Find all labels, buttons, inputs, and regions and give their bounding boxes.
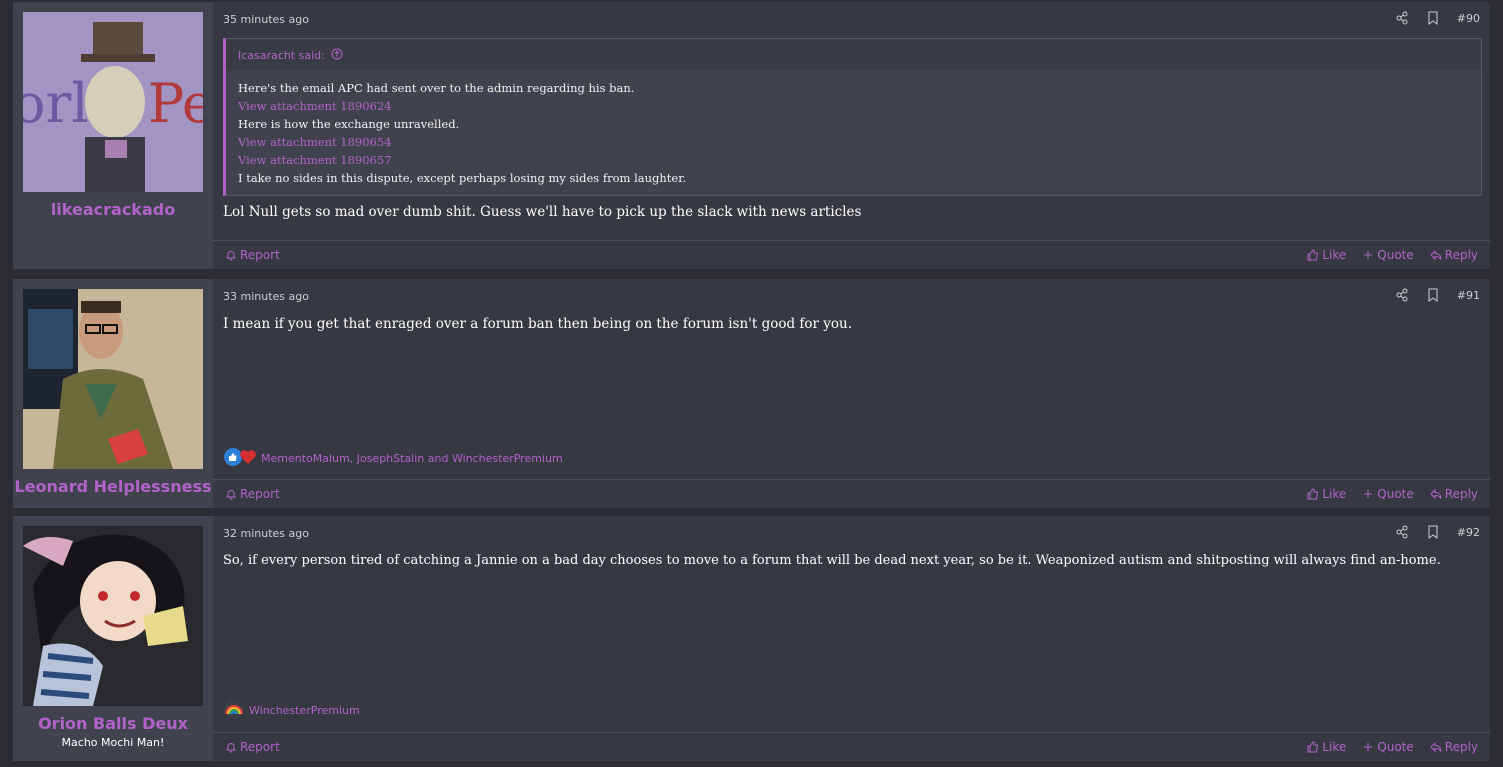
like-label: Like bbox=[1322, 740, 1347, 754]
bookmark-icon[interactable] bbox=[1426, 288, 1440, 302]
post-91: Leonard Helplessness 33 minutes ago #91 … bbox=[13, 279, 1490, 508]
post-timestamp[interactable]: 35 minutes ago bbox=[223, 13, 309, 26]
username[interactable]: Leonard Helplessness bbox=[13, 477, 213, 496]
quote-body: Here's the email APC had sent over to th… bbox=[226, 71, 1481, 187]
report-button[interactable]: Report bbox=[225, 248, 280, 262]
reply-button[interactable]: Reply bbox=[1430, 487, 1478, 501]
quote-header[interactable]: Icasaracht said: bbox=[226, 39, 1481, 71]
post-number[interactable]: #92 bbox=[1457, 526, 1480, 539]
bell-icon bbox=[225, 743, 237, 753]
post-timestamp[interactable]: 32 minutes ago bbox=[223, 527, 309, 540]
like-label: Like bbox=[1322, 487, 1347, 501]
quote-label: Quote bbox=[1377, 487, 1414, 501]
quote-button[interactable]: Quote bbox=[1362, 740, 1414, 754]
post-number[interactable]: #90 bbox=[1457, 12, 1480, 25]
reply-icon bbox=[1430, 249, 1442, 261]
user-cell: Leonard Helplessness bbox=[13, 279, 213, 508]
bell-icon bbox=[225, 490, 237, 500]
like-button[interactable]: Like bbox=[1307, 740, 1346, 754]
thumbs-up-icon bbox=[1307, 249, 1319, 261]
plus-icon bbox=[1364, 743, 1373, 751]
plus-icon bbox=[1364, 251, 1373, 259]
user-title: Macho Mochi Man! bbox=[61, 736, 165, 749]
share-icon[interactable] bbox=[1395, 11, 1409, 25]
post-actions-top: #91 bbox=[1395, 288, 1480, 302]
post-content: 33 minutes ago #91 I mean if you get tha… bbox=[213, 279, 1490, 508]
post-body: So, if every person tired of catching a … bbox=[223, 553, 1441, 568]
report-label: Report bbox=[240, 487, 280, 501]
plus-icon bbox=[1364, 490, 1373, 498]
like-label: Like bbox=[1322, 248, 1347, 262]
share-icon[interactable] bbox=[1395, 288, 1409, 302]
reply-button[interactable]: Reply bbox=[1430, 740, 1478, 754]
reply-icon bbox=[1430, 741, 1442, 753]
user-cell: orld Pe likeacrackado bbox=[13, 2, 213, 269]
avatar[interactable]: orld Pe bbox=[23, 12, 203, 192]
quote-button[interactable]: Quote bbox=[1362, 487, 1414, 501]
username[interactable]: likeacrackado bbox=[13, 200, 213, 219]
username[interactable]: Orion Balls Deux bbox=[13, 714, 213, 733]
bookmark-icon[interactable] bbox=[1426, 11, 1440, 25]
reply-icon bbox=[1430, 488, 1442, 500]
quote-block: Icasaracht said: Here's the email APC ha… bbox=[223, 38, 1482, 196]
rainbow-reaction-icon bbox=[223, 699, 245, 722]
like-button[interactable]: Like bbox=[1307, 487, 1346, 501]
post-footer: Report Like Quote Reply bbox=[213, 479, 1490, 508]
post-90: orld Pe likeacrackado 35 minutes ago #90… bbox=[13, 2, 1490, 269]
bookmark-icon[interactable] bbox=[1426, 525, 1440, 539]
quote-line: Here's the email APC had sent over to th… bbox=[238, 81, 635, 95]
reply-label: Reply bbox=[1444, 740, 1478, 754]
quote-label: Quote bbox=[1377, 740, 1414, 754]
attachment-link[interactable]: View attachment 1890657 bbox=[238, 151, 1469, 169]
thumbs-up-icon bbox=[1307, 741, 1319, 753]
post-body: I mean if you get that enraged over a fo… bbox=[223, 316, 853, 332]
reactions-bar[interactable]: MementoMalum, JosephStalin and Wincheste… bbox=[223, 447, 563, 470]
avatar[interactable] bbox=[23, 526, 203, 706]
reply-button[interactable]: Reply bbox=[1430, 248, 1478, 262]
post-actions-top: #92 bbox=[1395, 525, 1480, 539]
avatar[interactable] bbox=[23, 289, 203, 469]
quote-button[interactable]: Quote bbox=[1362, 248, 1414, 262]
report-label: Report bbox=[240, 740, 280, 754]
heart-reaction-icon bbox=[239, 448, 257, 469]
attachment-link[interactable]: View attachment 1890624 bbox=[238, 97, 1469, 115]
quote-author[interactable]: Icasaracht said: bbox=[238, 49, 325, 62]
thumbs-up-icon bbox=[1307, 488, 1319, 500]
post-92: Orion Balls Deux Macho Mochi Man! 32 min… bbox=[13, 516, 1490, 761]
share-icon[interactable] bbox=[1395, 525, 1409, 539]
like-button[interactable]: Like bbox=[1307, 248, 1346, 262]
reply-label: Reply bbox=[1444, 487, 1478, 501]
post-content: 35 minutes ago #90 Icasaracht said: Here… bbox=[213, 2, 1490, 269]
post-timestamp[interactable]: 33 minutes ago bbox=[223, 290, 309, 303]
user-cell: Orion Balls Deux Macho Mochi Man! bbox=[13, 516, 213, 761]
report-button[interactable]: Report bbox=[225, 740, 280, 754]
reactions-users[interactable]: WinchesterPremium bbox=[249, 704, 360, 717]
attachment-link[interactable]: View attachment 1890654 bbox=[238, 133, 1469, 151]
post-body: Lol Null gets so mad over dumb shit. Gue… bbox=[223, 204, 862, 220]
report-label: Report bbox=[240, 248, 280, 262]
reactions-bar[interactable]: WinchesterPremium bbox=[223, 699, 360, 722]
bell-icon bbox=[225, 251, 237, 261]
arrow-up-circle-icon[interactable] bbox=[331, 48, 343, 63]
report-button[interactable]: Report bbox=[225, 487, 280, 501]
post-number[interactable]: #91 bbox=[1457, 289, 1480, 302]
quote-line: Here is how the exchange unravelled. bbox=[238, 117, 460, 131]
post-footer: Report Like Quote Reply bbox=[213, 732, 1490, 761]
quote-line: I take no sides in this dispute, except … bbox=[238, 171, 687, 185]
quote-label: Quote bbox=[1377, 248, 1414, 262]
post-actions-top: #90 bbox=[1395, 11, 1480, 25]
svg-text:Pe: Pe bbox=[148, 72, 203, 135]
post-footer: Report Like Quote Reply bbox=[213, 240, 1490, 269]
reactions-users[interactable]: MementoMalum, JosephStalin and Wincheste… bbox=[261, 452, 563, 465]
reply-label: Reply bbox=[1444, 248, 1478, 262]
post-content: 32 minutes ago #92 So, if every person t… bbox=[213, 516, 1490, 761]
